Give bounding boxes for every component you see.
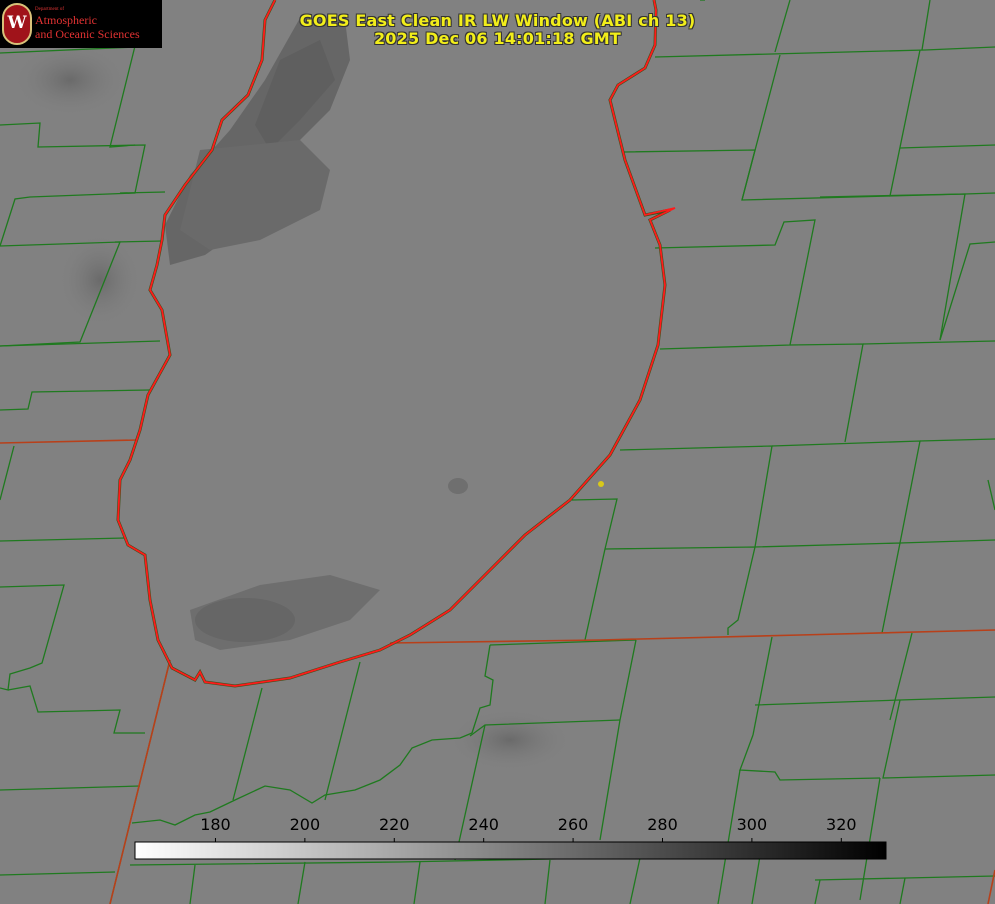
temperature-colorbar: 180 200 220 240 260 280 300 320 bbox=[134, 815, 887, 860]
lake-shoreline bbox=[116, 0, 676, 688]
location-marker bbox=[598, 481, 604, 487]
cloud-features bbox=[15, 18, 570, 770]
colorbar-gradient bbox=[134, 841, 887, 860]
colorbar-tick-label: 280 bbox=[647, 815, 678, 834]
colorbar-tick-label: 240 bbox=[468, 815, 499, 834]
colorbar-tick-label: 200 bbox=[290, 815, 321, 834]
colorbar-tick-label: 300 bbox=[737, 815, 768, 834]
colorbar-tick-label: 260 bbox=[558, 815, 589, 834]
colorbar-tick-label: 220 bbox=[379, 815, 410, 834]
colorbar-ticks: 180 200 220 240 260 280 300 320 bbox=[200, 815, 857, 842]
colorbar-tick-label: 320 bbox=[826, 815, 857, 834]
satellite-image: W Department of Atmospheric and Oceanic … bbox=[0, 0, 995, 904]
image-title: GOES East Clean IR LW Window (ABI ch 13) bbox=[299, 11, 696, 30]
colorbar-tick-label: 180 bbox=[200, 815, 231, 834]
image-timestamp: 2025 Dec 06 14:01:18 GMT bbox=[373, 29, 622, 48]
map-overlay bbox=[0, 0, 995, 904]
